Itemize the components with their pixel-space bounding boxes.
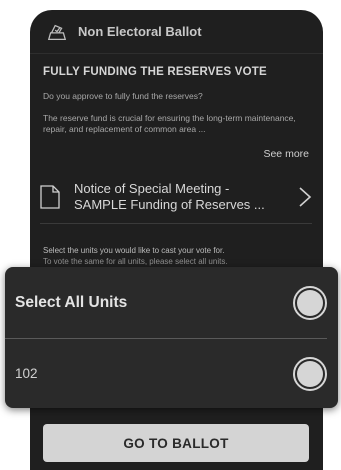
chevron-right-icon — [299, 187, 312, 207]
screen: Non Electoral Ballot FULLY FUNDING THE R… — [0, 0, 341, 470]
radio-dot — [297, 360, 323, 387]
select-all-radio[interactable] — [293, 285, 327, 320]
unit-row[interactable]: 102 — [5, 339, 338, 408]
notice-document-row[interactable]: Notice of Special Meeting - SAMPLE Fundi… — [40, 170, 312, 224]
notice-title: Notice of Special Meeting - SAMPLE Fundi… — [74, 181, 280, 213]
unit-radio[interactable] — [293, 356, 327, 391]
ballot-box-icon — [47, 24, 67, 40]
document-icon — [40, 184, 60, 209]
vote-description: The reserve fund is crucial for ensuring… — [43, 113, 296, 134]
see-more-link[interactable]: See more — [263, 148, 309, 160]
select-all-label: Select All Units — [15, 293, 128, 311]
unit-selection-instruction: Select the units you would like to cast … — [43, 246, 318, 267]
unit-label: 102 — [15, 366, 38, 381]
notice-title-line-2: SAMPLE Funding of Reserves ... — [74, 196, 265, 212]
vote-question: Do you approve to fully fund the reserve… — [43, 91, 203, 101]
notice-title-line-1: Notice of Special Meeting - — [74, 180, 230, 196]
go-to-ballot-button[interactable]: GO TO BALLOT — [43, 424, 309, 462]
units-panel: Select All Units 102 — [5, 267, 338, 408]
select-all-units-row[interactable]: Select All Units — [5, 267, 327, 339]
vote-title: FULLY FUNDING THE RESERVES VOTE — [43, 66, 267, 78]
instruction-line-1: Select the units you would like to cast … — [43, 246, 225, 255]
radio-dot — [297, 289, 323, 316]
card-title: Non Electoral Ballot — [78, 24, 202, 39]
card-header: Non Electoral Ballot — [30, 10, 323, 54]
instruction-line-2: To vote the same for all units, please s… — [43, 256, 228, 266]
